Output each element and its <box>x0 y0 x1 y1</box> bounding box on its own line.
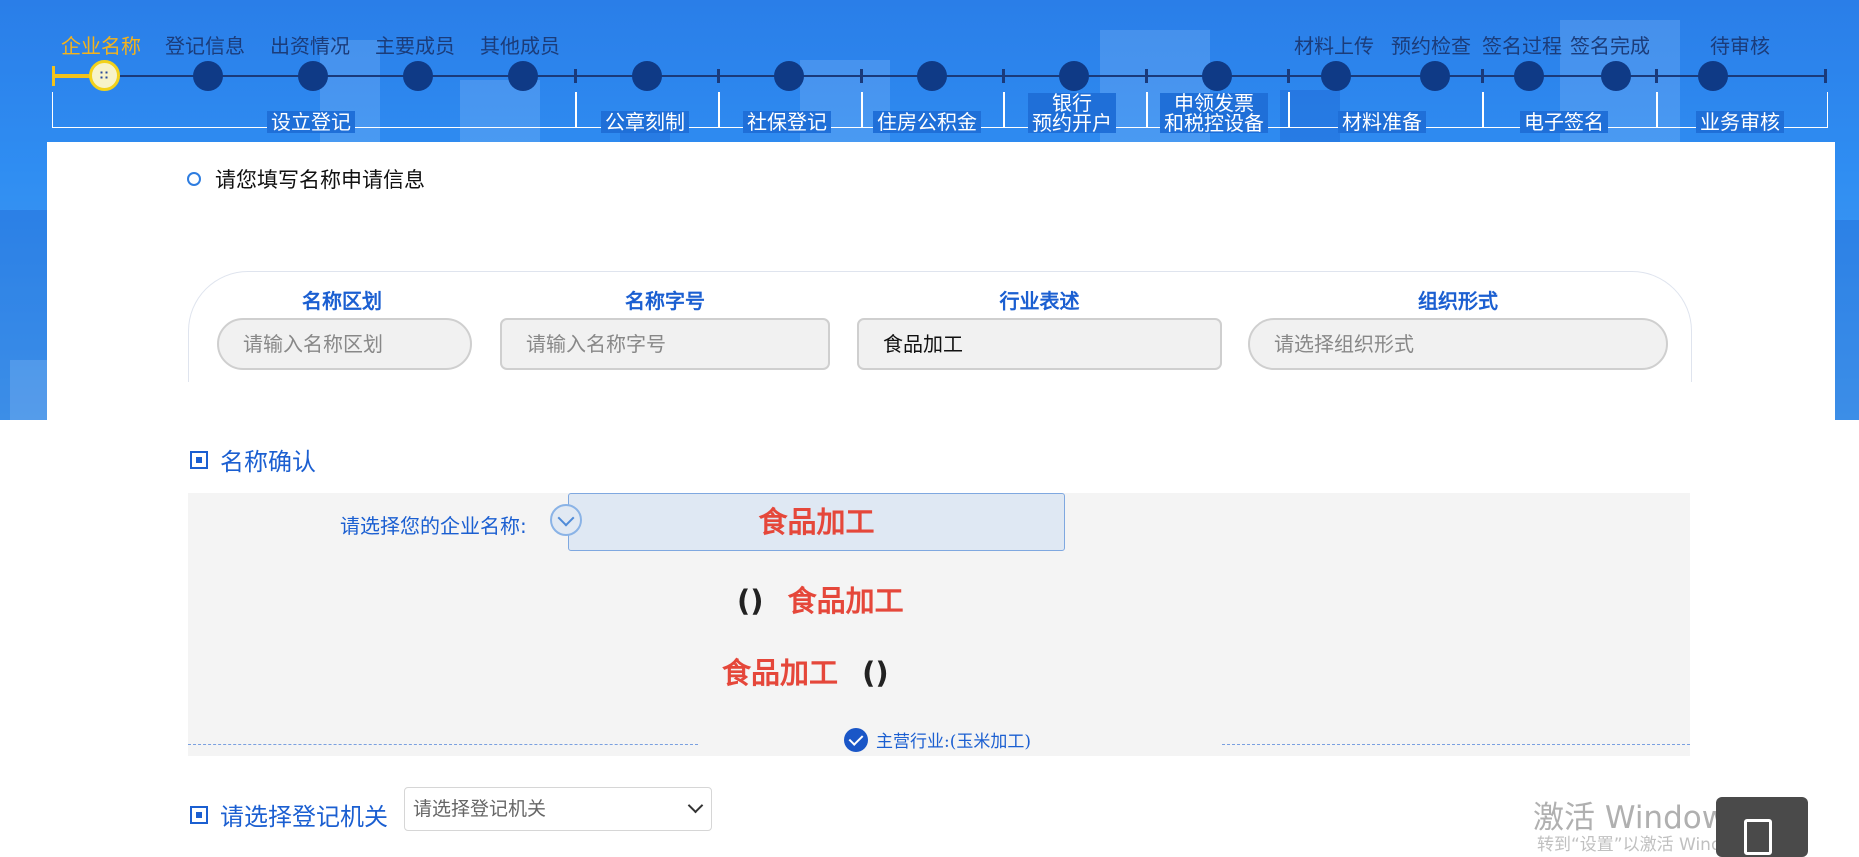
step-label[interactable]: 签名完成 <box>1570 30 1650 59</box>
field-label-industry: 行业表述 <box>999 289 1080 313</box>
step-label[interactable]: 出资情况 <box>270 30 350 59</box>
step-node[interactable] <box>917 61 947 91</box>
square-icon <box>190 450 208 469</box>
step-label[interactable]: 签名过程 <box>1482 30 1562 59</box>
org-form-select[interactable]: 请选择组织形式 <box>1248 318 1668 370</box>
step-node-current[interactable] <box>89 60 120 91</box>
step-node[interactable] <box>1698 61 1728 91</box>
step-node[interactable] <box>508 61 538 91</box>
group-label: 住房公积金 <box>873 111 981 133</box>
form-hint: 请您填写名称申请信息 <box>187 164 425 194</box>
square-icon <box>190 805 208 824</box>
step-node[interactable] <box>1420 61 1450 91</box>
step-node[interactable] <box>1202 61 1232 91</box>
group-label: 设立登记 <box>267 111 355 133</box>
section-title-registry: 请选择登记机关 <box>190 797 388 832</box>
field-label-org-form: 组织形式 <box>1418 289 1498 313</box>
progress-steps: 企业名称 登记信息 出资情况 主要成员 其他成员 材料上传 预约检查 签名过程 … <box>0 0 1859 142</box>
step-label[interactable]: 预约检查 <box>1391 30 1471 59</box>
check-icon <box>844 727 868 752</box>
group-label: 材料准备 <box>1338 111 1426 133</box>
step-node[interactable] <box>1059 61 1089 91</box>
step-label[interactable]: 材料上传 <box>1294 30 1374 59</box>
step-label[interactable]: 主要成员 <box>375 30 455 59</box>
step-node[interactable] <box>1601 61 1631 91</box>
document-icon <box>1744 819 1772 855</box>
step-label[interactable]: 待审核 <box>1710 30 1770 59</box>
group-label: 银行 预约开户 <box>1028 93 1116 133</box>
form-hint-text: 请您填写名称申请信息 <box>215 168 425 192</box>
section-title-confirm: 名称确认 <box>190 442 316 477</box>
trade-name-input[interactable]: 请输入名称字号 <box>500 318 830 370</box>
step-node[interactable] <box>1514 61 1544 91</box>
name-option-1[interactable]: () 食品加工 <box>737 578 904 620</box>
step-label[interactable]: 其他成员 <box>480 30 560 59</box>
step-node[interactable] <box>298 61 328 91</box>
floating-document-button[interactable] <box>1716 797 1808 857</box>
step-label-current[interactable]: 企业名称 <box>61 30 141 59</box>
step-node[interactable] <box>774 61 804 91</box>
step-node[interactable] <box>1321 61 1351 91</box>
step-node[interactable] <box>403 61 433 91</box>
group-label: 电子签名 <box>1520 111 1608 133</box>
field-label-trade-name: 名称字号 <box>625 289 705 313</box>
chevron-down-icon[interactable] <box>550 504 582 536</box>
step-node[interactable] <box>632 61 662 91</box>
field-label-region: 名称区划 <box>302 289 382 313</box>
name-option-2[interactable]: 食品加工 () <box>722 650 889 692</box>
registry-select[interactable]: 请选择登记机关 <box>404 787 712 831</box>
industry-input[interactable]: 食品加工 <box>857 318 1222 370</box>
group-label: 社保登记 <box>743 111 831 133</box>
group-label: 申领发票 和税控设备 <box>1160 93 1268 133</box>
selected-name-box[interactable]: 食品加工 <box>568 493 1065 551</box>
group-label: 公章刻制 <box>601 111 689 133</box>
step-label[interactable]: 登记信息 <box>165 30 245 59</box>
step-node[interactable] <box>193 61 223 91</box>
group-label: 业务审核 <box>1696 111 1784 133</box>
chevron-down-icon <box>687 797 704 814</box>
region-input[interactable]: 请输入名称区划 <box>217 318 472 370</box>
pick-name-label: 请选择您的企业名称: <box>340 514 527 538</box>
circle-icon <box>187 172 201 186</box>
main-industry: 主营行业:(玉米加工) <box>844 727 1031 752</box>
